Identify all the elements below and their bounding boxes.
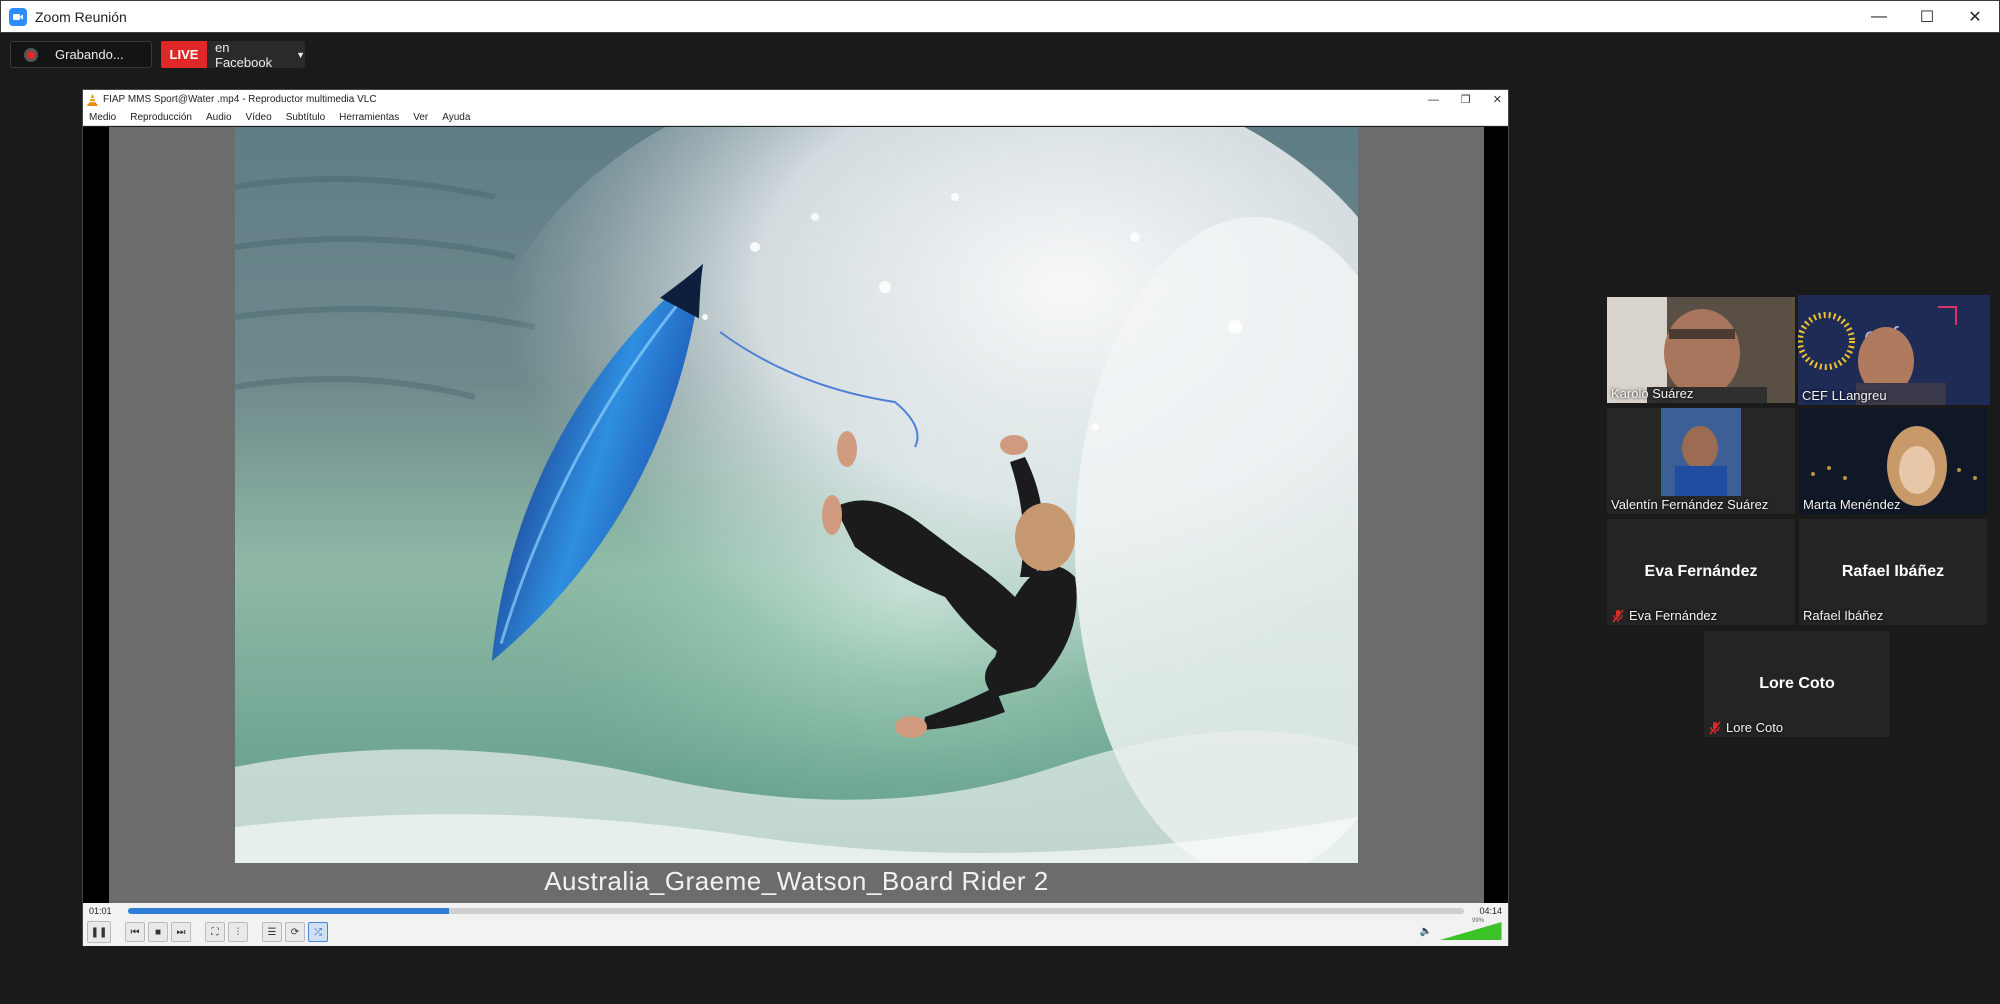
participant-name: Lore Coto (1708, 720, 1783, 735)
loop-button[interactable]: ⟳ (285, 922, 305, 942)
vlc-minimize-button[interactable]: — (1428, 94, 1439, 106)
menu-video[interactable]: Vídeo (246, 112, 272, 123)
participant-tile-marta[interactable]: Marta Menéndez (1799, 408, 1987, 514)
mic-muted-icon (1708, 721, 1722, 735)
recording-label: Grabando... (55, 47, 124, 62)
live-badge: LIVE (161, 41, 207, 68)
participant-tile-eva[interactable]: Eva Fernández Eva Fernández (1607, 519, 1795, 625)
vlc-close-button[interactable]: ✕ (1493, 93, 1502, 106)
total-time: 04:14 (1479, 906, 1502, 916)
menu-reproduccion[interactable]: Reproducción (130, 112, 192, 123)
speaker-icon[interactable]: 🔈 (1420, 926, 1432, 937)
close-button[interactable]: ✕ (1951, 1, 1999, 33)
participant-tile-valentin[interactable]: Valentín Fernández Suárez (1607, 408, 1795, 514)
vlc-title-bar: FIAP MMS Sport@Water .mp4 - Reproductor … (83, 90, 1508, 109)
live-target-label: en Facebook (215, 39, 273, 70)
vlc-window-title: FIAP MMS Sport@Water .mp4 - Reproductor … (103, 94, 377, 105)
recording-dot-icon (24, 47, 38, 62)
elapsed-time: 01:01 (89, 906, 112, 916)
stop-button[interactable]: ■ (148, 922, 168, 942)
seek-bar[interactable] (128, 908, 1464, 914)
fullscreen-button[interactable]: ⛶ (205, 922, 225, 942)
chevron-down-icon: ▼ (296, 49, 305, 60)
zoom-meeting-window: Zoom Reunión — ☐ ✕ Grabando... LIVE en F… (0, 0, 2000, 1004)
menu-medio[interactable]: Medio (89, 112, 116, 123)
volume-percent: 99% (1471, 918, 1484, 924)
next-button[interactable]: ⏭ (171, 922, 191, 942)
playback-controls: ❚❚ ⏮ ■ ⏭ ⛶ ⫶ ☰ ⟳ ⤮ (87, 920, 328, 944)
participant-display-name: Rafael Ibáñez (1841, 563, 1945, 580)
seek-bar-fill (128, 908, 449, 914)
vlc-cone-icon (87, 93, 98, 106)
surf-photo (235, 127, 1358, 863)
previous-button[interactable]: ⏮ (125, 922, 145, 942)
live-stream-indicator[interactable]: LIVE en Facebook ▼ (161, 39, 305, 70)
slide: Australia_Graeme_Watson_Board Rider 2 (109, 127, 1484, 903)
participant-tile-cef-llangreu[interactable]: cef CEF LLangreu (1798, 295, 1990, 405)
volume-slider[interactable]: 99% (1440, 918, 1502, 940)
vlc-control-bar: 01:01 04:14 ❚❚ ⏮ ■ ⏭ ⛶ ⫶ ☰ ⟳ ⤮ 🔈 99% (83, 903, 1508, 946)
maximize-button[interactable]: ☐ (1903, 1, 1951, 33)
window-title: Zoom Reunión (35, 8, 127, 25)
vlc-restore-button[interactable]: ❐ (1461, 93, 1471, 106)
participant-name: Eva Fernández (1611, 608, 1717, 623)
zoom-logo-icon (9, 7, 27, 26)
minimize-button[interactable]: — (1855, 1, 1903, 33)
menu-ayuda[interactable]: Ayuda (442, 112, 470, 123)
pause-button[interactable]: ❚❚ (87, 921, 111, 943)
vlc-window-controls: — ❐ ✕ (1428, 90, 1502, 109)
extended-settings-button[interactable]: ⫶ (228, 922, 248, 942)
recording-indicator[interactable]: Grabando... (10, 41, 152, 68)
menu-subtitulo[interactable]: Subtítulo (286, 112, 325, 123)
participant-display-name: Lore Coto (1759, 675, 1835, 692)
participant-name: Valentín Fernández Suárez (1611, 497, 1769, 512)
mic-muted-icon (1611, 609, 1625, 623)
menu-herramientas[interactable]: Herramientas (339, 112, 399, 123)
volume-control: 🔈 99% (1420, 918, 1502, 940)
vlc-menu-bar: Medio Reproducción Audio Vídeo Subtítulo… (83, 109, 1508, 126)
participant-display-name: Eva Fernández (1644, 563, 1758, 580)
participant-name: Karolo Suárez (1611, 386, 1694, 401)
menu-ver[interactable]: Ver (413, 112, 428, 123)
participant-name: Marta Menéndez (1803, 497, 1901, 512)
window-controls: — ☐ ✕ (1855, 1, 1999, 34)
menu-audio[interactable]: Audio (206, 112, 232, 123)
shuffle-button[interactable]: ⤮ (308, 922, 328, 942)
playlist-button[interactable]: ☰ (262, 922, 282, 942)
participant-tile-karolo[interactable]: Karolo Suárez (1607, 297, 1795, 403)
zoom-title-bar: Zoom Reunión — ☐ ✕ (0, 0, 2000, 33)
slide-caption: Australia_Graeme_Watson_Board Rider 2 (544, 866, 1049, 896)
live-target-dropdown[interactable]: en Facebook ▼ (207, 39, 305, 70)
participant-name: CEF LLangreu (1802, 388, 1887, 403)
vlc-player-window: FIAP MMS Sport@Water .mp4 - Reproductor … (82, 89, 1509, 946)
participant-tile-rafael[interactable]: Rafael Ibáñez Rafael Ibáñez (1799, 519, 1987, 625)
video-area[interactable]: Australia_Graeme_Watson_Board Rider 2 (83, 127, 1508, 903)
participant-tile-lore[interactable]: Lore Coto Lore Coto (1704, 631, 1890, 737)
participant-name: Rafael Ibáñez (1803, 608, 1884, 623)
